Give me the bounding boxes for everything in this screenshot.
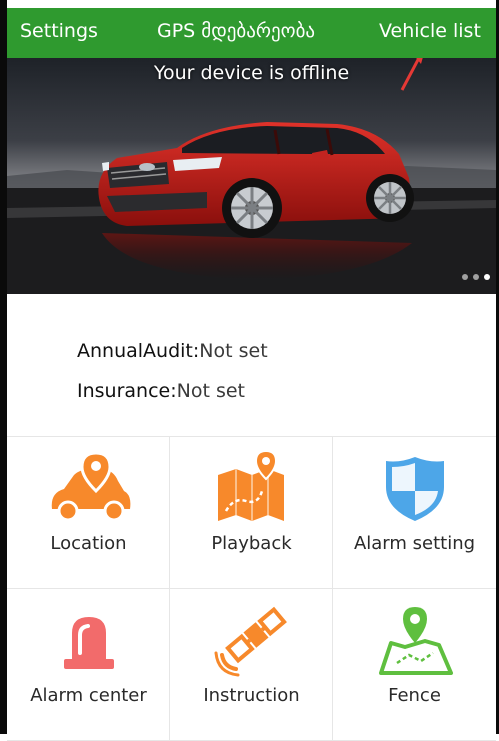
annual-audit-value: Not set <box>199 340 268 362</box>
instruction-label: Instruction <box>203 685 300 706</box>
carousel-dot-active[interactable] <box>484 274 490 280</box>
frame-top <box>0 0 499 8</box>
frame-left <box>0 0 7 734</box>
alarm-center-tile[interactable]: Alarm center <box>7 589 170 741</box>
location-label: Location <box>50 533 127 554</box>
carousel-dot[interactable] <box>473 274 479 280</box>
alarm-center-label: Alarm center <box>30 685 147 706</box>
car-location-pin-icon <box>51 451 130 522</box>
instruction-tile[interactable]: Instruction <box>170 589 333 741</box>
alarm-setting-tile[interactable]: Alarm setting <box>333 437 496 589</box>
insurance-value: Not set <box>176 380 245 402</box>
device-offline-status: Your device is offline <box>153 62 350 84</box>
vehicle-banner[interactable]: Your device is offline <box>7 58 496 294</box>
insurance-label: Insurance: <box>77 380 177 402</box>
playback-tile[interactable]: Playback <box>170 437 333 589</box>
location-tile[interactable]: Location <box>7 437 170 589</box>
settings-button[interactable]: Settings <box>20 20 98 42</box>
annual-audit-label: AnnualAudit: <box>77 340 200 362</box>
carousel-dot[interactable] <box>462 274 468 280</box>
playback-label: Playback <box>211 533 292 554</box>
map-geofence-icon <box>378 607 453 675</box>
siren-light-icon <box>63 617 114 669</box>
carousel-indicator <box>462 274 490 280</box>
feature-grid: Location Playback Alarm setting Alarm ce… <box>7 436 496 741</box>
alarm-setting-label: Alarm setting <box>353 533 476 554</box>
gps-location-tab[interactable]: GPS მდებარეობა <box>157 20 315 42</box>
vehicle-list-button[interactable]: Vehicle list <box>379 20 481 42</box>
fence-label: Fence <box>388 685 441 706</box>
shield-icon <box>385 457 444 521</box>
top-bar: Settings GPS მდებარეობა Vehicle list <box>7 8 496 58</box>
map-route-icon <box>217 451 284 521</box>
satellite-icon <box>214 606 287 677</box>
insurance-row: Insurance:Not set <box>77 380 245 402</box>
car-photo <box>7 58 496 294</box>
annual-audit-row: AnnualAudit:Not set <box>77 340 268 362</box>
fence-tile[interactable]: Fence <box>333 589 496 741</box>
